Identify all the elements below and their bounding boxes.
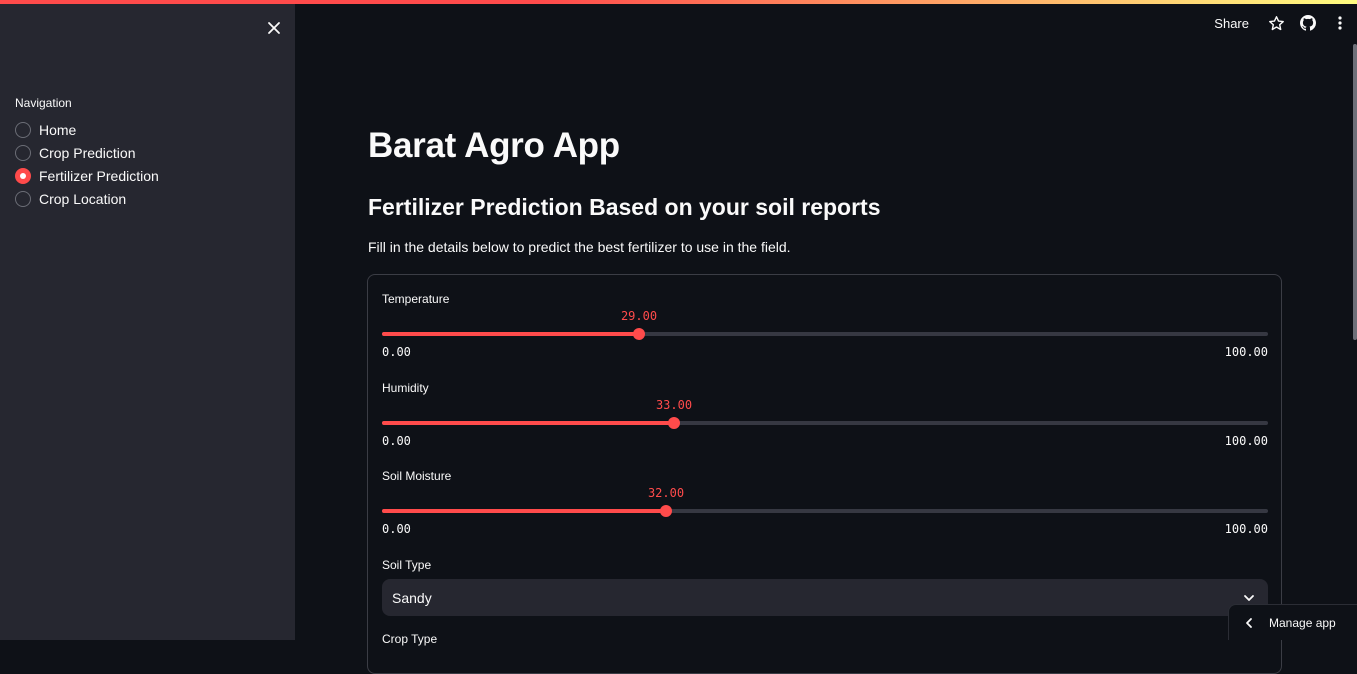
slider-max: 100.00 [1224, 522, 1268, 536]
header-toolbar: Share [1214, 14, 1349, 32]
soil-moisture-slider[interactable]: 32.00 0.00 100.00 [382, 485, 1268, 536]
soil-type-select[interactable]: Sandy [382, 579, 1268, 616]
chevron-down-icon [1244, 594, 1254, 601]
nav-item-fertilizer-prediction[interactable]: Fertilizer Prediction [15, 164, 159, 187]
nav-item-label: Crop Prediction [39, 144, 136, 161]
sidebar: Navigation Home Crop Prediction Fertiliz… [0, 0, 295, 640]
temperature-slider[interactable]: 29.00 0.00 100.00 [382, 308, 1268, 359]
close-icon [268, 22, 280, 34]
humidity-label: Humidity [382, 381, 429, 395]
nav-item-home[interactable]: Home [15, 118, 159, 141]
soil-type-value: Sandy [392, 589, 432, 606]
scrollbar[interactable] [1353, 44, 1357, 340]
share-button[interactable]: Share [1214, 16, 1249, 31]
star-icon[interactable] [1267, 14, 1285, 32]
page-description: Fill in the details below to predict the… [368, 239, 791, 255]
slider-fill [382, 421, 674, 425]
humidity-slider[interactable]: 33.00 0.00 100.00 [382, 397, 1268, 448]
nav-item-crop-prediction[interactable]: Crop Prediction [15, 141, 159, 164]
radio-button[interactable] [15, 190, 31, 207]
navigation-radio-group: Home Crop Prediction Fertilizer Predicti… [15, 118, 159, 210]
header-decoration-bar [0, 0, 1357, 4]
slider-value: 32.00 [647, 486, 685, 500]
slider-min: 0.00 [382, 522, 411, 536]
slider-max: 100.00 [1224, 434, 1268, 448]
slider-thumb[interactable] [633, 328, 645, 340]
nav-item-label: Crop Location [39, 190, 127, 207]
manage-app-button[interactable]: Manage app [1228, 604, 1357, 640]
soil-moisture-label: Soil Moisture [382, 469, 452, 483]
page-title: Barat Agro App [368, 126, 620, 165]
slider-max: 100.00 [1224, 345, 1268, 359]
radio-button[interactable] [15, 121, 31, 138]
nav-item-crop-location[interactable]: Crop Location [15, 187, 159, 210]
github-icon[interactable] [1299, 14, 1317, 32]
nav-item-label: Home [39, 121, 77, 138]
manage-app-label: Manage app [1269, 615, 1336, 630]
slider-track[interactable] [382, 332, 1268, 336]
slider-value: 29.00 [620, 309, 658, 323]
nav-item-label: Fertilizer Prediction [39, 167, 159, 184]
chevron-left-icon [1246, 617, 1252, 628]
slider-fill [382, 509, 666, 513]
slider-thumb[interactable] [668, 417, 680, 429]
slider-track[interactable] [382, 509, 1268, 513]
page-subtitle: Fertilizer Prediction Based on your soil… [368, 194, 881, 220]
slider-min: 0.00 [382, 345, 411, 359]
temperature-label: Temperature [382, 292, 450, 306]
radio-button-selected[interactable] [15, 167, 31, 184]
slider-thumb[interactable] [660, 505, 672, 517]
more-vertical-icon[interactable] [1331, 14, 1349, 32]
slider-min: 0.00 [382, 434, 411, 448]
navigation-title: Navigation [15, 96, 72, 110]
slider-track[interactable] [382, 421, 1268, 425]
crop-type-label: Crop Type [382, 632, 438, 646]
close-sidebar-button[interactable] [262, 16, 286, 40]
slider-fill [382, 332, 639, 336]
soil-type-label: Soil Type [382, 558, 432, 572]
prediction-form: Temperature 29.00 0.00 100.00 Humidity 3… [367, 274, 1282, 674]
radio-button[interactable] [15, 144, 31, 161]
slider-value: 33.00 [655, 398, 693, 412]
